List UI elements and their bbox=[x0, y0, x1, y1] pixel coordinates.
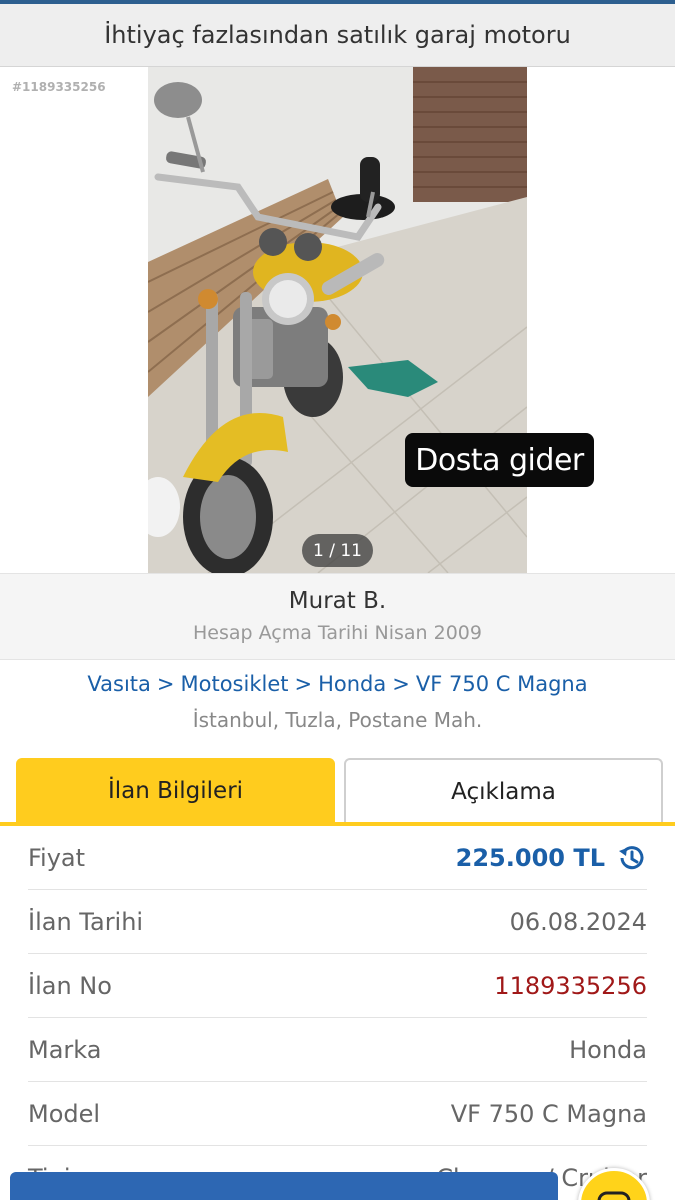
detail-value: 06.08.2024 bbox=[509, 907, 647, 936]
detail-row-date: İlan Tarihi 06.08.2024 bbox=[28, 890, 647, 954]
history-icon[interactable] bbox=[615, 842, 647, 874]
detail-label: Model bbox=[28, 1099, 101, 1128]
breadcrumb-item-honda[interactable]: Honda bbox=[318, 672, 386, 696]
photo-counter: 1 / 11 bbox=[302, 534, 373, 567]
detail-value-price: 225.000 TL bbox=[456, 842, 647, 874]
listing-photo[interactable] bbox=[148, 67, 527, 573]
seller-account-date: Hesap Açma Tarihi Nisan 2009 bbox=[193, 622, 482, 644]
motorcycle-photo bbox=[148, 67, 527, 573]
listing-id-tag: #1189335256 bbox=[12, 80, 106, 94]
photo-overlay-sticker: Dosta gider bbox=[405, 433, 594, 487]
seller-name: Murat B. bbox=[288, 588, 387, 614]
detail-label: Marka bbox=[28, 1035, 102, 1064]
detail-row-brand: Marka Honda bbox=[28, 1018, 647, 1082]
detail-label: Fiyat bbox=[28, 843, 86, 872]
listing-location: İstanbul, Tuzla, Postane Mah. bbox=[192, 708, 483, 732]
detail-label: İlan No bbox=[28, 971, 112, 1000]
detail-row-price: Fiyat 225.000 TL bbox=[28, 826, 647, 890]
tab-description[interactable]: Açıklama bbox=[344, 758, 663, 824]
detail-label: İlan Tarihi bbox=[28, 907, 144, 936]
page-title: İhtiyaç fazlasından satılık garaj motoru bbox=[0, 4, 675, 67]
breadcrumb-separator: > bbox=[392, 672, 410, 696]
price-text: 225.000 TL bbox=[455, 843, 605, 872]
breadcrumb-item-vasita[interactable]: Vasıta bbox=[87, 672, 150, 696]
contact-action-bar[interactable] bbox=[10, 1172, 558, 1200]
detail-value-listing-no: 1189335256 bbox=[494, 971, 647, 1000]
chat-icon[interactable] bbox=[578, 1168, 650, 1200]
breadcrumb-item-model[interactable]: VF 750 C Magna bbox=[416, 672, 588, 696]
tab-listing-info[interactable]: İlan Bilgileri bbox=[16, 758, 335, 824]
seller-card[interactable]: Murat B. Hesap Açma Tarihi Nisan 2009 bbox=[0, 573, 675, 660]
detail-row-model: Model VF 750 C Magna bbox=[28, 1082, 647, 1146]
detail-value: VF 750 C Magna bbox=[450, 1099, 647, 1128]
breadcrumb-separator: > bbox=[156, 672, 175, 696]
breadcrumb-separator: > bbox=[294, 672, 313, 696]
breadcrumb: Vasıta > Motosiklet > Honda > VF 750 C Magna bbox=[0, 672, 675, 696]
detail-row-listing-no: İlan No 1189335256 bbox=[28, 954, 647, 1018]
breadcrumb-item-motosiklet[interactable]: Motosiklet bbox=[181, 672, 289, 696]
detail-value: Honda bbox=[569, 1035, 647, 1064]
